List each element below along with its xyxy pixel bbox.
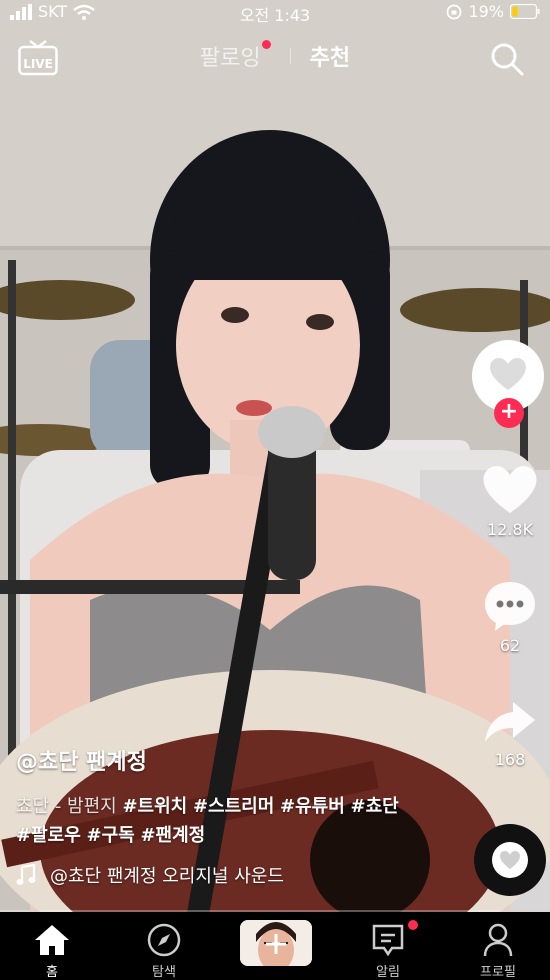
avatar-heart-icon: [490, 358, 526, 390]
nav-alerts-label: 알림: [376, 965, 400, 980]
hashtag[interactable]: #구독: [87, 825, 135, 846]
author-handle[interactable]: @쵸단 팬계정: [16, 744, 416, 776]
search-button[interactable]: [490, 42, 524, 76]
search-icon: [491, 43, 524, 76]
sound-row[interactable]: @쵸단 팬계정 오리지널 사운드: [16, 862, 416, 888]
top-bar: LIVE 팔로잉 추천: [0, 36, 550, 80]
clock: 오전 1:43: [239, 6, 311, 25]
create-icon: [240, 920, 312, 966]
disc-heart-icon: [492, 842, 528, 878]
home-icon: [35, 925, 69, 955]
description: 쵸단 - 밤편지 #트위치 #스트리머 #유튜버 #쵸단 #팔로우 #구독 #팬…: [16, 792, 416, 850]
create-button[interactable]: [240, 920, 312, 966]
comment-button[interactable]: 62: [478, 580, 542, 655]
hashtag[interactable]: #팔로우: [16, 825, 81, 846]
sound-title: @쵸단 팬계정 오리지널 사운드: [50, 866, 284, 887]
hashtag[interactable]: #스트리머: [193, 796, 274, 817]
music-note-icon: [16, 864, 36, 885]
tab-following-label: 팔로잉: [199, 46, 261, 71]
nav-profile-label: 프로필: [480, 965, 516, 980]
status-bar: SKT 오전 1:43 19%: [0, 0, 550, 25]
orientation-lock-icon: [447, 4, 462, 19]
tab-divider: [289, 48, 291, 64]
tab-recommended-label: 추천: [309, 46, 351, 71]
alerts-badge: [408, 920, 418, 930]
sound-disc[interactable]: [474, 824, 546, 896]
share-button[interactable]: 168: [478, 698, 542, 769]
like-count: 12.8K: [486, 520, 534, 539]
caption: @쵸단 팬계정 쵸단 - 밤편지 #트위치 #스트리머 #유튜버 #쵸단 #팔로…: [16, 744, 416, 888]
inbox-icon: [372, 924, 404, 957]
hashtag[interactable]: #트위치: [122, 796, 187, 817]
screen: SKT 오전 1:43 19% LIVE 팔로잉 추천 + 12.8K 62 1…: [0, 0, 550, 980]
compass-icon: [147, 923, 181, 957]
hashtag[interactable]: #팬계정: [140, 825, 205, 846]
bottom-nav: 홈 탐색 알림 프로필: [0, 912, 550, 980]
description-text: 쵸단 - 밤편지: [16, 796, 123, 817]
nav-alerts[interactable]: 알림: [338, 912, 438, 980]
notification-dot: [261, 40, 271, 49]
hashtag[interactable]: #쵸단: [351, 796, 399, 817]
share-icon: [485, 702, 535, 742]
nav-home[interactable]: 홈: [2, 912, 102, 980]
person-icon: [483, 923, 513, 957]
like-button[interactable]: 12.8K: [478, 466, 542, 539]
share-count: 168: [494, 750, 526, 769]
follow-button[interactable]: +: [494, 398, 524, 428]
nav-home-label: 홈: [46, 965, 58, 980]
nav-profile[interactable]: 프로필: [448, 912, 548, 980]
nav-explore-label: 탐색: [152, 965, 176, 980]
tab-recommended[interactable]: 추천: [310, 40, 350, 72]
feed-tabs: 팔로잉 추천: [0, 40, 550, 72]
battery-percent: 19%: [468, 2, 504, 21]
heart-icon: [483, 466, 537, 514]
comment-count: 62: [499, 636, 521, 655]
nav-explore[interactable]: 탐색: [114, 912, 214, 980]
tab-following[interactable]: 팔로잉: [200, 40, 271, 72]
comment-icon: [485, 582, 535, 631]
battery-icon: [510, 4, 540, 19]
hashtag[interactable]: #유튜버: [280, 796, 345, 817]
